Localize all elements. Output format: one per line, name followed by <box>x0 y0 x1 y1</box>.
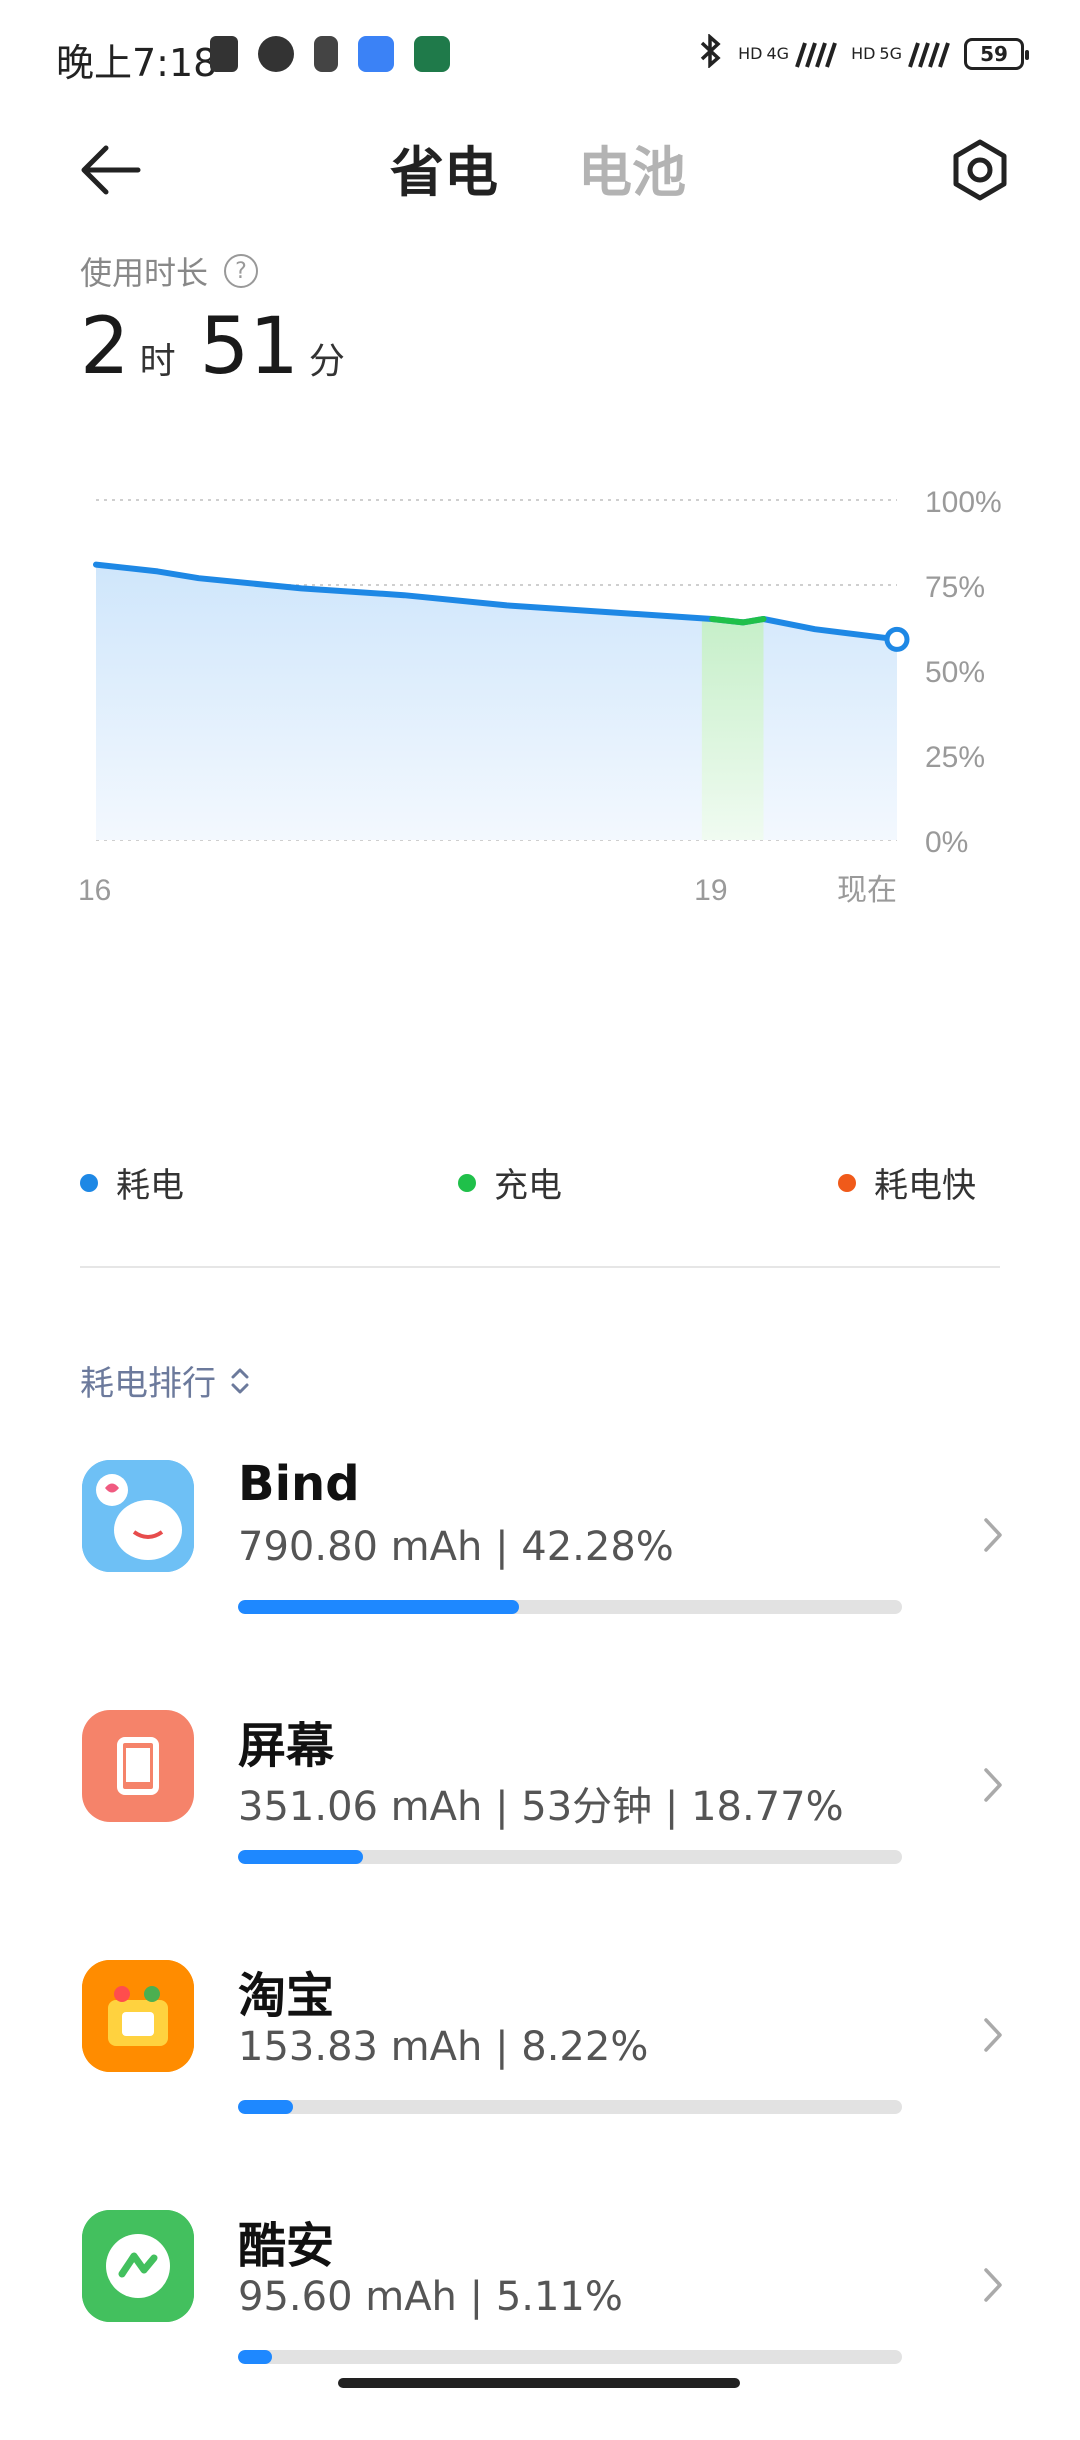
translate-app-icon <box>358 36 394 72</box>
watch-app-icon <box>314 36 338 72</box>
app-name: 屏幕 <box>238 1718 335 1774</box>
status-time: 晚上7:18 <box>56 41 218 85</box>
chevron-right-icon <box>984 1518 1002 1552</box>
tab-battery[interactable]: 电池 <box>578 128 686 207</box>
chevron-right-icon <box>984 1768 1002 1802</box>
y-tick-label: 75% <box>925 571 985 604</box>
charging-line <box>709 616 767 626</box>
fast-drain-dot-icon <box>838 1173 856 1192</box>
bluetooth-icon <box>698 33 724 73</box>
charging-dot-icon <box>458 1173 476 1192</box>
usage-minutes: 51 <box>199 302 299 392</box>
settings-button[interactable] <box>940 130 1020 210</box>
usage-label-text: 使用时长 <box>80 254 209 292</box>
usage-duration-value: 2 时 51 分 <box>80 302 359 392</box>
back-arrow-icon <box>81 145 141 195</box>
usage-minutes-unit: 分 <box>308 341 345 382</box>
home-indicator[interactable] <box>338 2378 740 2388</box>
usage-progress-track <box>238 2100 902 2114</box>
avatar-app-icon <box>414 36 450 72</box>
app-row-bind[interactable]: Bind 790.80 mAh | 42.28% <box>0 1440 1080 1690</box>
legend-label: 充电 <box>494 1166 562 1206</box>
chevron-right-icon <box>984 2018 1002 2052</box>
usage-hours-unit: 时 <box>139 341 176 382</box>
status-bar: 晚上7:18 HD 4G HD 5G 59 <box>0 0 1080 110</box>
back-button[interactable] <box>72 130 152 210</box>
screen-icon <box>82 1710 194 1822</box>
charging-band <box>701 619 764 840</box>
x-tick-label: 现在 <box>837 874 897 907</box>
battery-level-chart: 100% 75% 50% 25% 0% 16 19 现在 <box>78 486 1002 907</box>
y-tick-label: 25% <box>925 741 985 774</box>
coolapk-app-icon <box>82 2210 194 2322</box>
x-tick-label: 19 <box>694 874 727 907</box>
tab-power-saving[interactable]: 省电 <box>390 128 498 207</box>
y-tick-label: 100% <box>925 486 1002 519</box>
usage-progress-fill <box>238 1600 519 1614</box>
clock-app-icon <box>258 36 294 72</box>
usage-progress-fill <box>238 2350 272 2364</box>
legend-charging: 充电 <box>458 1158 562 1207</box>
y-tick-label: 50% <box>925 656 985 689</box>
usage-progress-fill <box>238 1850 363 1864</box>
y-tick-label: 0% <box>925 826 968 859</box>
battery-icon: 59 <box>964 37 1029 70</box>
current-level-marker <box>884 626 910 652</box>
chevron-right-icon <box>984 2268 1002 2302</box>
app-notification-icon <box>210 36 238 72</box>
consumption-dot-icon <box>80 1173 98 1192</box>
sort-selector[interactable]: 耗电排行 <box>80 1356 252 1405</box>
settings-gear-icon <box>953 139 1007 201</box>
usage-progress-fill <box>238 2100 293 2114</box>
app-name: 淘宝 <box>238 1968 335 2024</box>
app-stats: 95.60 mAh | 5.11% <box>238 2274 623 2320</box>
legend-fast-drain: 耗电快 <box>838 1158 976 1207</box>
legend-consumption: 耗电 <box>80 1158 184 1207</box>
app-stats: 351.06 mAh | 53分钟 | 18.77% <box>238 1784 844 1830</box>
usage-progress-track <box>238 2350 902 2364</box>
app-row-screen[interactable]: 屏幕 351.06 mAh | 53分钟 | 18.77% <box>0 1690 1080 1940</box>
usage-hours: 2 <box>80 302 130 392</box>
status-right: HD 4G HD 5G 59 <box>698 33 1029 73</box>
x-tick-label: 16 <box>78 874 111 907</box>
net2-label: 5G <box>879 44 902 63</box>
signal-icon-2: HD 5G <box>851 39 950 69</box>
net1-label: 4G <box>766 44 790 63</box>
sort-chevron-icon <box>231 1368 249 1393</box>
app-stats: 153.83 mAh | 8.22% <box>238 2024 649 2070</box>
notification-icons <box>210 36 450 72</box>
app-stats: 790.80 mAh | 42.28% <box>238 1524 674 1570</box>
legend-label: 耗电 <box>116 1166 184 1206</box>
app-row-coolapk[interactable]: 酷安 95.60 mAh | 5.11% <box>0 2190 1080 2440</box>
help-icon[interactable]: ? <box>224 254 259 288</box>
usage-progress-track <box>238 1850 902 1864</box>
app-name: Bind <box>238 1456 360 1512</box>
taobao-app-icon <box>82 1960 194 2072</box>
usage-duration-label: 使用时长 ? <box>80 248 259 294</box>
signal-icon: HD 4G <box>738 39 837 69</box>
divider <box>80 1266 1000 1268</box>
bind-app-icon <box>82 1460 194 1572</box>
usage-progress-track <box>238 1600 902 1614</box>
legend-label: 耗电快 <box>874 1166 976 1206</box>
app-name: 酷安 <box>238 2218 335 2274</box>
app-row-taobao[interactable]: 淘宝 153.83 mAh | 8.22% <box>0 1940 1080 2190</box>
rank-label-text: 耗电排行 <box>80 1364 216 1404</box>
